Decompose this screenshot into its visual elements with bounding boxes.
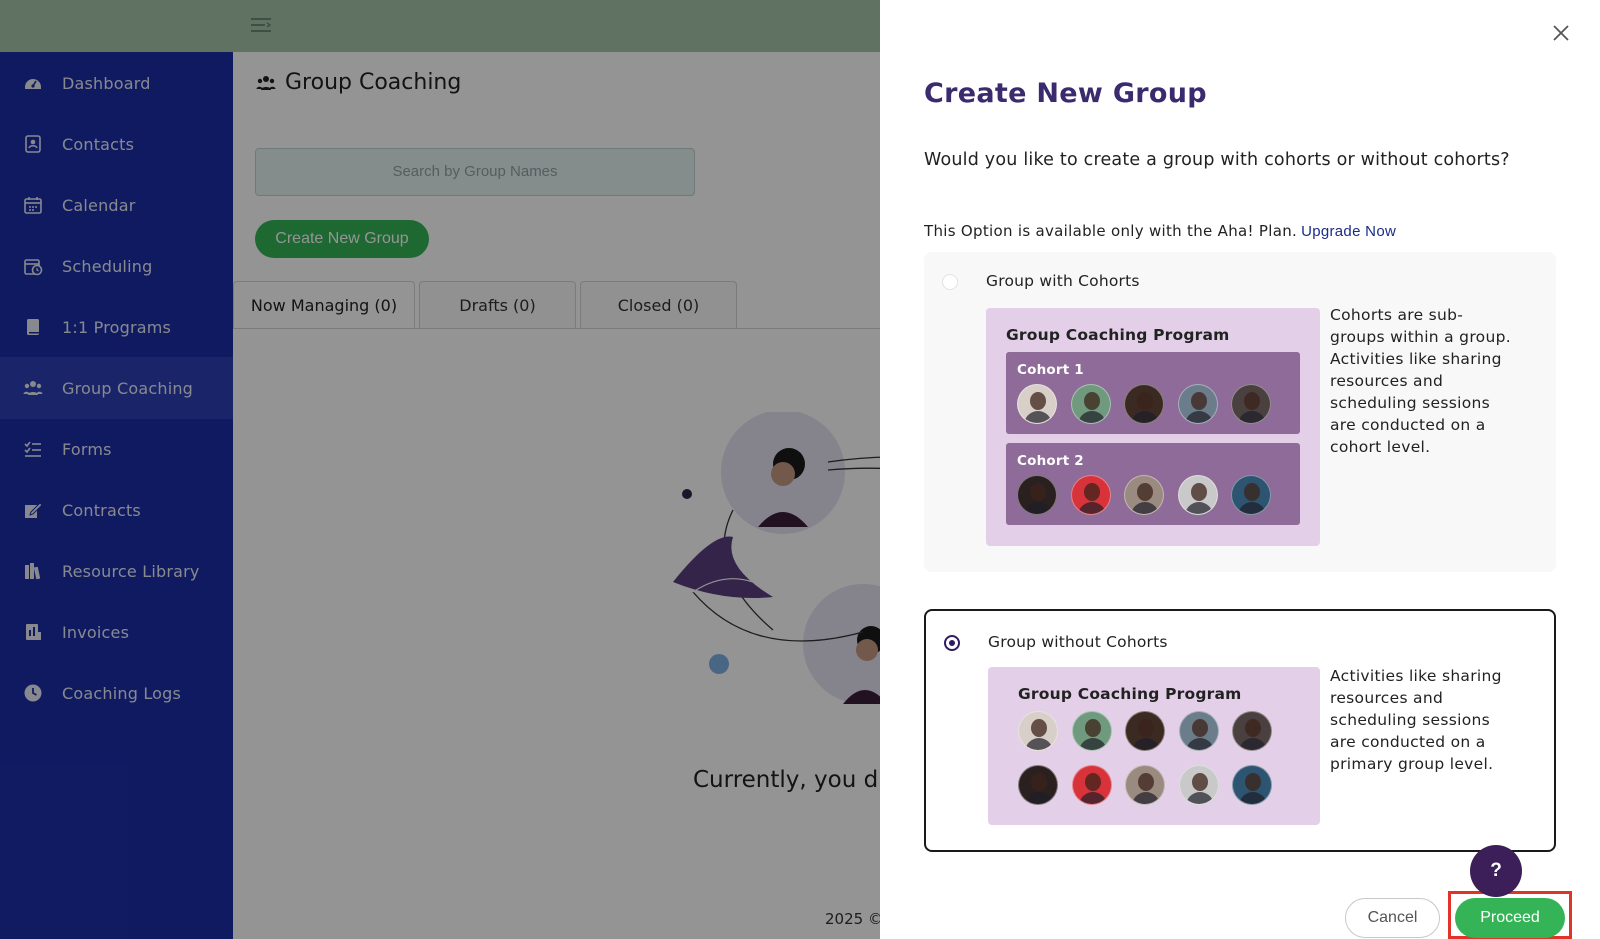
avatar — [1177, 475, 1218, 515]
create-group-modal: Create New Group Would you like to creat… — [880, 0, 1600, 939]
program-preview: Group Coaching Program Cohort 1 Cohort 2 — [986, 308, 1320, 546]
option-label: Group with Cohorts — [986, 272, 1140, 290]
option-group-without-cohorts[interactable]: Group without Cohorts Group Coaching Pro… — [924, 609, 1556, 852]
proceed-button[interactable]: Proceed — [1455, 898, 1565, 938]
option-description: Cohorts are sub-groups within a group. A… — [1330, 306, 1511, 456]
cancel-button[interactable]: Cancel — [1345, 898, 1440, 938]
avatar — [1070, 384, 1111, 424]
program-preview: Group Coaching Program — [988, 667, 1320, 825]
plan-note-text: This Option is available only with the A… — [924, 222, 1298, 240]
avatar-row — [1017, 384, 1285, 424]
avatar — [1070, 475, 1111, 515]
avatar — [1018, 765, 1058, 805]
radio-group-without-cohorts[interactable] — [944, 635, 960, 651]
avatar — [1232, 765, 1272, 805]
avatar — [1018, 711, 1058, 751]
avatar — [1125, 711, 1165, 751]
close-icon[interactable] — [1550, 22, 1572, 44]
cohort-card: Cohort 1 — [1006, 352, 1300, 434]
option-description: Activities like sharing resources and sc… — [1330, 667, 1502, 773]
upgrade-now-link[interactable]: Upgrade Now — [1301, 223, 1396, 240]
cohort-title: Cohort 1 — [1017, 362, 1084, 378]
avatar — [1231, 475, 1271, 515]
avatar-row — [1018, 765, 1286, 805]
avatar — [1178, 711, 1219, 751]
avatar-row — [1018, 711, 1286, 751]
avatar — [1017, 475, 1057, 515]
avatar — [1017, 384, 1057, 424]
avatar — [1071, 765, 1112, 805]
avatar — [1178, 765, 1219, 805]
avatar — [1232, 711, 1272, 751]
avatar — [1125, 765, 1165, 805]
option-label: Group without Cohorts — [988, 633, 1168, 651]
program-title: Group Coaching Program — [1018, 685, 1242, 703]
avatar — [1231, 384, 1271, 424]
cohort-card: Cohort 2 — [1006, 443, 1300, 525]
avatar — [1177, 384, 1218, 424]
radio-group-with-cohorts[interactable] — [942, 274, 958, 290]
cohort-title: Cohort 2 — [1017, 453, 1084, 469]
program-title: Group Coaching Program — [1006, 326, 1230, 344]
avatar-row — [1017, 475, 1285, 515]
avatar — [1124, 475, 1164, 515]
plan-note: This Option is available only with the A… — [924, 222, 1396, 240]
modal-title: Create New Group — [924, 78, 1207, 109]
avatar — [1071, 711, 1112, 751]
avatar — [1124, 384, 1164, 424]
modal-question: Would you like to create a group with co… — [924, 150, 1510, 170]
help-button[interactable]: ? — [1470, 845, 1522, 897]
option-group-with-cohorts[interactable]: Group with Cohorts Group Coaching Progra… — [924, 252, 1556, 572]
